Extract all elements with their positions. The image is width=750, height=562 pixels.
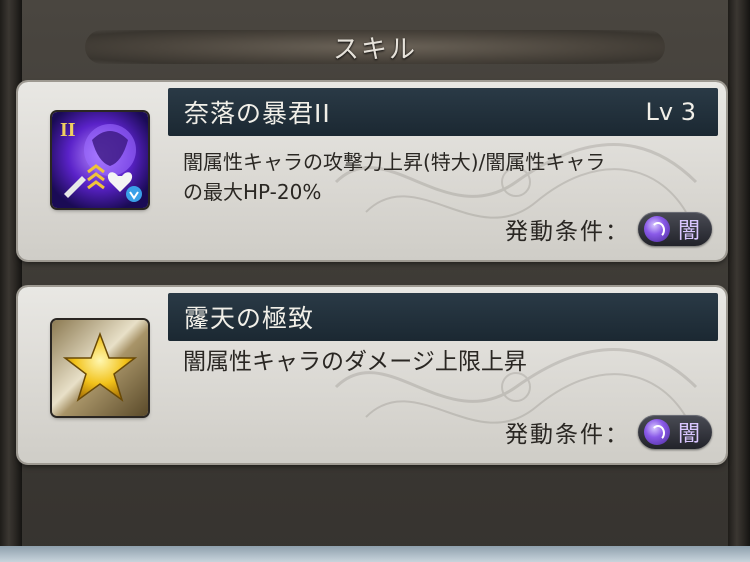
activation-condition: 発動条件： 闇 [505, 212, 712, 246]
description-line: 闇属性キャラの攻撃力上昇(特大)/闇属性キャラ [183, 150, 606, 174]
gold-star-icon [52, 320, 148, 416]
element-badge[interactable]: 闇 [637, 415, 712, 449]
skill-description: 闇属性キャラのダメージ上限上昇 [183, 347, 703, 377]
skill-card-2[interactable]: 霳天の極致 闇属性キャラのダメージ上限上昇 発動条件： 闇 [18, 287, 726, 463]
right-pillar [728, 0, 750, 562]
section-header: スキル [85, 30, 665, 65]
left-pillar [0, 0, 22, 562]
skill-card-1[interactable]: II 奈落の暴君II Lv 3 闇属性キャラの攻撃力上昇(特大)/闇属性キャラ … [18, 82, 726, 260]
icon-badge-text: II [60, 119, 76, 141]
condition-label: 発動条件： [504, 219, 630, 245]
condition-label: 発動条件： [504, 422, 630, 448]
description-line: の最大HP-20% [183, 180, 322, 204]
element-label: 闇 [677, 422, 700, 447]
element-badge[interactable]: 闇 [637, 212, 712, 246]
dark-element-icon [643, 419, 670, 445]
dark-skill-icon: II [52, 112, 148, 208]
skill-title-bar: 奈落の暴君II Lv 3 [168, 88, 718, 136]
skill-level: Lv 3 [645, 98, 696, 126]
skill-description: 闇属性キャラの攻撃力上昇(特大)/闇属性キャラ の最大HP-20% [183, 147, 703, 207]
section-title: スキル [332, 34, 417, 65]
dark-element-icon [643, 216, 670, 242]
element-label: 闇 [677, 219, 700, 244]
skill-title-bar: 霳天の極致 [168, 293, 718, 341]
skill-name: 霳天の極致 [184, 304, 315, 333]
description-line: 闇属性キャラのダメージ上限上昇 [183, 349, 527, 375]
skill-name: 奈落の暴君II [184, 99, 331, 128]
bottom-strip [0, 546, 750, 562]
activation-condition: 発動条件： 闇 [505, 415, 712, 449]
